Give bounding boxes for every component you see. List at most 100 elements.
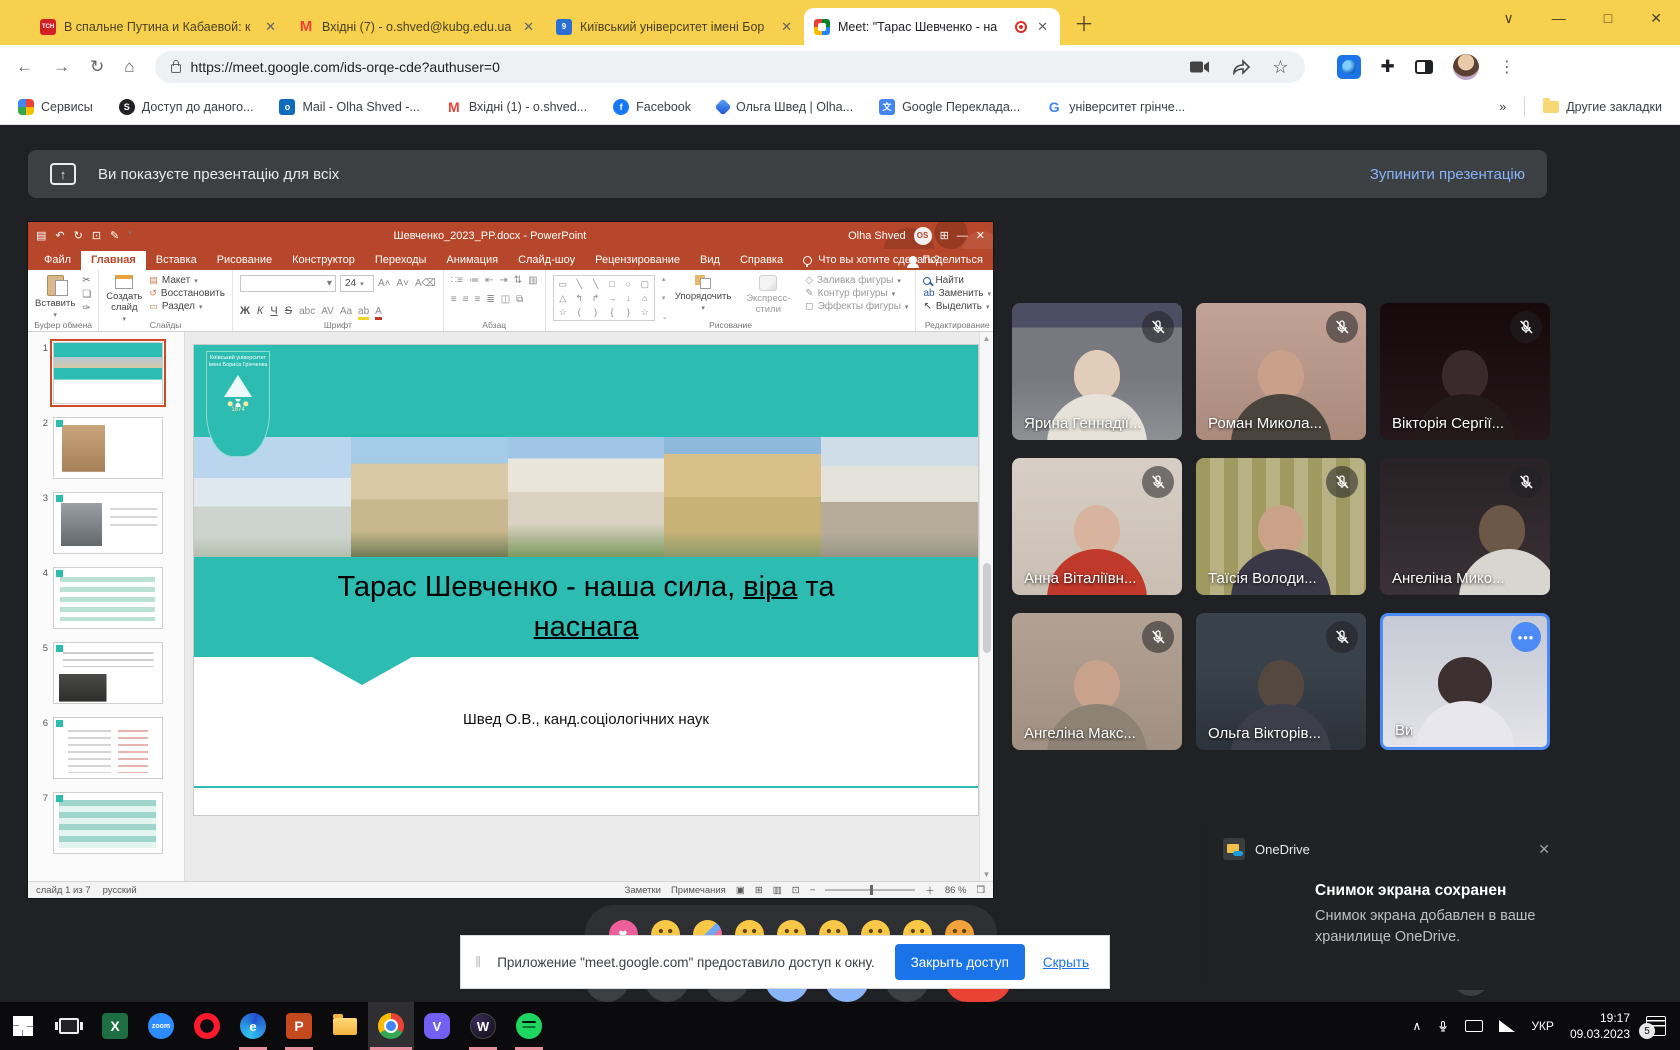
hidden-icons-chevron[interactable]: ∧ <box>1413 1019 1422 1033</box>
current-slide[interactable]: Київський університет імені Бориса Грінч… <box>193 344 979 816</box>
save-icon[interactable]: ▤ <box>36 229 46 242</box>
clipboard-mini-buttons[interactable]: ✂❏✑ <box>82 275 91 314</box>
tray-mic-icon[interactable] <box>1437 1018 1449 1034</box>
find-button[interactable]: Найти <box>923 275 991 286</box>
ribbon-tab-animations[interactable]: Анимация <box>436 251 508 270</box>
self-tile[interactable]: ••• Ви <box>1380 613 1550 750</box>
action-center-icon[interactable]: 5 <box>1646 1016 1666 1036</box>
participant-tile[interactable]: Таїсія Володи... <box>1196 458 1366 595</box>
shapes-gallery[interactable]: ▭╲╲□○▢ △↰↱→↓⌂ ☆(){}☆ <box>553 275 655 321</box>
slide-thumbnail-2[interactable]: 2 <box>38 417 184 479</box>
taskbar-zoom[interactable]: zoom <box>138 1002 184 1050</box>
tab-university[interactable]: 9 Київський університет імені Бор ✕ <box>546 8 804 45</box>
participant-tile[interactable]: Роман Микола... <box>1196 303 1366 440</box>
zoom-out-icon[interactable]: − <box>810 885 816 896</box>
reset-button[interactable]: ↺Восстановить <box>149 288 225 299</box>
ribbon-tab-insert[interactable]: Вставка <box>146 251 207 270</box>
hide-share-bar-link[interactable]: Скрыть <box>1043 955 1089 970</box>
bookmark-access[interactable]: SДоступ до даного... <box>119 99 254 115</box>
maximize-button[interactable]: □ <box>1604 10 1612 27</box>
font-color-icon[interactable]: A <box>375 306 382 320</box>
view-reading-icon[interactable]: ▥ <box>773 885 782 896</box>
ribbon-tab-help[interactable]: Справка <box>730 251 793 270</box>
language-indicator[interactable]: УКР <box>1531 1019 1554 1033</box>
vertical-scrollbar[interactable]: ▲ ▼ <box>979 332 993 881</box>
bookmark-translate[interactable]: 文Google Переклада... <box>879 99 1020 115</box>
replace-button[interactable]: abЗаменить▾ <box>923 288 991 299</box>
tile-options-icon[interactable]: ••• <box>1511 622 1541 652</box>
zoom-slider[interactable] <box>825 889 915 891</box>
profile-avatar[interactable] <box>1453 54 1479 80</box>
forward-icon[interactable]: → <box>53 57 70 77</box>
new-slide-button[interactable]: Создать слайд▾ <box>106 275 142 323</box>
tab-tsn[interactable]: ТСН В спальне Путина и Кабаевой: к ✕ <box>30 8 288 45</box>
start-button[interactable] <box>0 1002 46 1050</box>
ribbon-tab-home[interactable]: Главная <box>81 251 146 270</box>
bookmark-profile[interactable]: Ольга Швед | Olha... <box>717 100 853 114</box>
participant-tile[interactable]: Анна Віталіївн... <box>1012 458 1182 595</box>
bookmark-services[interactable]: Сервисы <box>18 99 93 115</box>
ribbon-tab-file[interactable]: Файл <box>34 251 81 270</box>
toast-close-icon[interactable]: ✕ <box>1538 841 1550 858</box>
shape-outline-button[interactable]: ✎Контур фигуры▾ <box>805 288 908 299</box>
underline-button[interactable]: Ч <box>270 305 277 317</box>
participant-tile[interactable]: Ольга Вікторів... <box>1196 613 1366 750</box>
participant-tile[interactable]: Ангеліна Макс... <box>1012 613 1182 750</box>
view-sorter-icon[interactable]: ⊞ <box>755 885 763 896</box>
paste-button[interactable]: Вставить▾ <box>35 275 75 319</box>
participant-tile[interactable]: Ангеліна Мико... <box>1380 458 1550 595</box>
arrange-button[interactable]: Упорядочить▾ <box>675 275 732 312</box>
back-icon[interactable]: ← <box>16 57 33 77</box>
taskbar-edge[interactable]: e <box>230 1002 276 1050</box>
taskbar-wave[interactable]: W <box>460 1002 506 1050</box>
highlight-icon[interactable]: ab <box>358 306 369 320</box>
ribbon-tab-transitions[interactable]: Переходы <box>365 251 437 270</box>
view-normal-icon[interactable]: ▣ <box>736 885 745 896</box>
layout-button[interactable]: ▤Макет▾ <box>149 275 225 286</box>
change-case-icon[interactable]: Aa <box>340 306 352 320</box>
taskbar-file-explorer[interactable] <box>322 1002 368 1050</box>
bookmark-gmail-inbox[interactable]: MВхідні (1) - o.shved... <box>446 99 587 115</box>
taskbar-spotify[interactable] <box>506 1002 552 1050</box>
slide-thumbnail-7[interactable]: 7 <box>38 792 184 854</box>
task-view-button[interactable] <box>46 1002 92 1050</box>
shapes-scroll[interactable]: ▴▾⌄ <box>662 275 668 321</box>
quick-styles-button[interactable]: Экспресс-стили <box>738 275 798 315</box>
shape-fill-button[interactable]: ◇Заливка фигуры▾ <box>805 275 908 286</box>
ribbon-options-icon[interactable]: ⊞ <box>940 229 949 242</box>
tab-gmail[interactable]: M Вхідні (7) - o.shved@kubg.edu.ua ✕ <box>288 8 546 45</box>
onedrive-notification[interactable]: OneDrive ✕ Снимок экрана сохранен Снимок… <box>1205 822 1568 990</box>
font-size-input[interactable]: 24▾ <box>340 275 374 292</box>
view-slideshow-icon[interactable]: ⊡ <box>792 885 800 896</box>
taskbar-excel[interactable]: X <box>92 1002 138 1050</box>
new-tab-button[interactable]: ＋ <box>1074 8 1094 37</box>
side-panel-icon[interactable] <box>1415 60 1433 74</box>
participant-tile[interactable]: Ярина Геннадії... <box>1012 303 1182 440</box>
ppt-minimize-button[interactable]: — <box>957 230 968 242</box>
ppt-user-name[interactable]: Olha Shved <box>848 230 905 242</box>
tab-close-icon[interactable]: ✕ <box>521 19 536 35</box>
pen-icon[interactable]: ✎ <box>110 229 119 242</box>
ppt-share-button[interactable]: Поделиться <box>909 254 983 266</box>
clock[interactable]: 19:17 09.03.2023 <box>1570 1010 1630 1042</box>
tab-close-icon[interactable]: ✕ <box>1035 19 1050 35</box>
shrink-font-icon[interactable]: A˅ <box>396 278 409 289</box>
slide-thumbnail-6[interactable]: 6 <box>38 717 184 779</box>
drag-handle-icon[interactable]: ‖ <box>475 954 483 971</box>
slide-thumbnail-5[interactable]: 5 <box>38 642 184 704</box>
slide-thumbnail-1[interactable]: 1 <box>38 342 184 404</box>
stop-presenting-button[interactable]: Зупинити презентацію <box>1370 166 1525 183</box>
lock-icon[interactable] <box>171 64 181 73</box>
taskbar-viber[interactable]: V <box>414 1002 460 1050</box>
list-indent-buttons[interactable]: ∷≡≔⇤⇥⇅▥ <box>451 275 538 286</box>
slide-thumbnail-3[interactable]: 3 <box>38 492 184 554</box>
notes-button[interactable]: Заметки <box>625 885 661 896</box>
tab-close-icon[interactable]: ✕ <box>779 19 794 35</box>
strikethrough-button[interactable]: S <box>285 305 292 317</box>
touch-keyboard-icon[interactable] <box>1465 1020 1483 1032</box>
undo-icon[interactable]: ↶ <box>55 229 64 242</box>
shape-effects-button[interactable]: ◻Эффекты фигуры▾ <box>805 301 908 312</box>
ribbon-tab-review[interactable]: Рецензирование <box>585 251 690 270</box>
taskbar-chrome[interactable] <box>368 1002 414 1050</box>
bold-button[interactable]: Ж <box>240 305 250 317</box>
